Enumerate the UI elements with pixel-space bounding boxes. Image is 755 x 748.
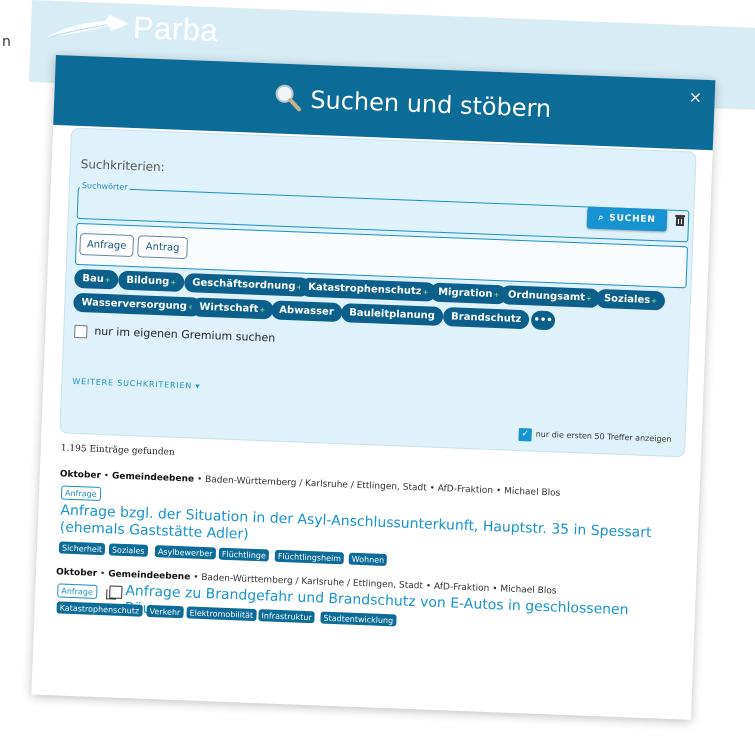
topic-bildung[interactable]: Bildung + — [117, 270, 185, 293]
topic-wirtschaft[interactable]: Wirtschaft + — [190, 297, 274, 320]
own-gremium-checkbox[interactable] — [74, 324, 88, 339]
result-tag[interactable]: Sicherheit — [58, 541, 106, 556]
brand-name: Parba — [132, 9, 219, 49]
topic-abwasser[interactable]: Abwasser — [270, 300, 343, 323]
dialog-title: Suchen und stöbern — [309, 85, 552, 124]
topic-wasserversorgung[interactable]: Wasserversorgung+ — [73, 292, 203, 317]
first50-label: nur die ersten 50 Treffer anzeigen — [535, 429, 672, 444]
meta-rest: • Baden-Württemberg / Karlsruhe / Ettlin… — [196, 474, 561, 499]
ellipsis-icon: ••• — [533, 314, 553, 327]
result-tag[interactable]: Asylbewerber — [154, 545, 216, 560]
more-topics-button[interactable]: ••• — [530, 310, 556, 331]
result-meta: Oktober • Gemeindeebene • Baden-Württemb… — [59, 469, 561, 499]
topic-label: Geschäftsordnung — [192, 277, 296, 293]
topic-label: Wasserversorgung — [81, 297, 188, 313]
result-tag[interactable]: Flüchtlingsheim — [274, 549, 345, 565]
topic-label: Migration — [437, 286, 493, 300]
search-words-legend: Suchwörter — [79, 180, 130, 192]
topic-label: Abwasser — [279, 304, 334, 318]
topic-ordnungsamt[interactable]: Ordnungsamt + — [499, 285, 601, 309]
result-type-badge: Anfrage — [57, 583, 98, 599]
topic-label: Bauleitplanung — [349, 307, 436, 322]
type-chip-antrag[interactable]: Antrag — [137, 235, 189, 260]
search-icon: ⌕ — [598, 212, 605, 224]
close-icon[interactable]: × — [688, 87, 702, 107]
result-type-badge: Anfrage — [60, 485, 101, 501]
criteria-label: Suchkriterien: — [80, 156, 165, 175]
topic-brandschutz[interactable]: Brandschutz — [442, 307, 530, 330]
copy-icon[interactable] — [109, 585, 123, 599]
side-letter: n — [2, 34, 11, 50]
more-criteria-link[interactable]: WEITERE SUCHKRITERIEN ▾ — [72, 377, 200, 391]
trash-icon[interactable] — [675, 214, 686, 227]
topic-label: Bau — [82, 273, 105, 285]
meta-level: Gemeindeebene — [107, 569, 191, 583]
topic-bauleitplanung[interactable]: Bauleitplanung — [340, 303, 444, 327]
result-count: 1.195 Einträge gefunden — [60, 443, 175, 458]
meta-level: Gemeindeebene — [111, 471, 195, 485]
search-button[interactable]: ⌕ SUCHEN — [586, 206, 668, 232]
search-criteria-panel: Suchkriterien: Suchwörter ⌕ SUCHEN Anfra… — [59, 127, 697, 458]
result-tag[interactable]: Katastrophenschutz — [56, 601, 143, 617]
topic-label: Katastrophenschutz — [307, 281, 422, 298]
topic-soziales[interactable]: Soziales + — [595, 288, 666, 311]
search-button-label: SUCHEN — [609, 213, 656, 226]
topic-migration[interactable]: Migration + — [429, 282, 508, 305]
topic-bau[interactable]: Bau + — [73, 268, 120, 290]
topic-label: Wirtschaft — [199, 301, 259, 315]
result-tag[interactable]: Infrastruktur — [258, 609, 315, 624]
result-title-link[interactable]: Anfrage bzgl. der Situation in der Asyl-… — [59, 502, 680, 560]
topic-label: Bildung — [126, 274, 170, 288]
result-tag[interactable]: Verkehr — [146, 604, 184, 619]
topic-katastrophenschutz[interactable]: Katastrophenschutz + — [299, 277, 437, 302]
magnifier-icon — [275, 84, 301, 112]
first50-checkbox[interactable]: ✓ — [518, 428, 532, 442]
own-gremium-label: nur im eigenen Gremium suchen — [94, 324, 276, 345]
feather-logo-icon — [46, 14, 130, 38]
topic-geschaeftsordnung[interactable]: Geschäftsordnung+ — [183, 273, 311, 297]
search-dialog: Suchen und stöbern × Suchkriterien: Such… — [31, 54, 716, 720]
type-chip-anfrage[interactable]: Anfrage — [79, 233, 135, 258]
meta-month: Oktober — [55, 567, 98, 579]
app-window: Parba Suchen und stöbern × Suchkriterien… — [4, 0, 755, 748]
result-tag[interactable]: Wohnen — [348, 552, 388, 567]
result-tag[interactable]: Flüchtlinge — [218, 547, 270, 562]
topic-label: Soziales — [603, 293, 651, 306]
meta-month: Oktober — [59, 469, 102, 481]
topic-label: Brandschutz — [450, 311, 522, 326]
topic-label: Ordnungsamt — [507, 289, 586, 304]
result-tag[interactable]: Soziales — [108, 543, 148, 557]
